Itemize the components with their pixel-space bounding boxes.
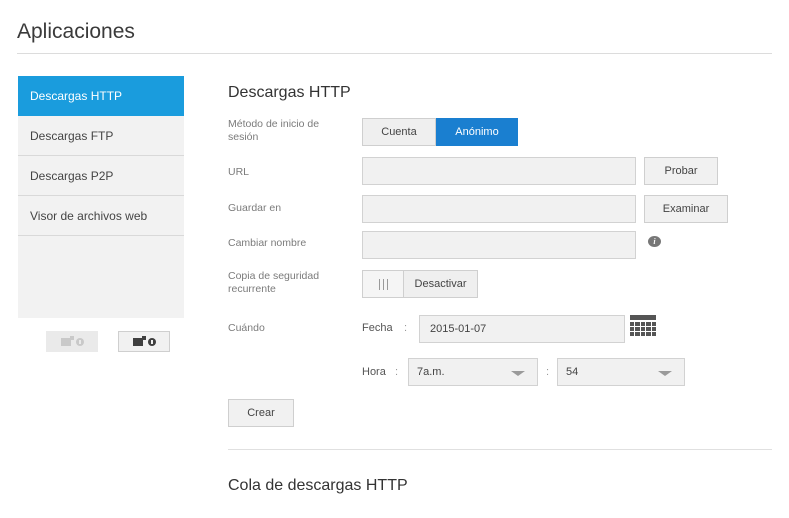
time-label: Hora <box>362 366 386 378</box>
calendar-icon[interactable] <box>630 315 656 340</box>
hour-select[interactable]: 7a.m. <box>408 358 538 386</box>
sidebar-item-descargas-p2p[interactable]: Descargas P2P <box>18 156 184 196</box>
rename-input[interactable] <box>362 231 636 259</box>
test-url-button[interactable]: Probar <box>644 157 718 185</box>
section-divider <box>228 449 772 450</box>
sidebar-item-label: Visor de archivos web <box>30 208 148 223</box>
recurring-backup-toggle[interactable]: Desactivar <box>362 270 478 298</box>
rename-label: Cambiar nombre <box>228 237 307 249</box>
time-colon: : <box>395 366 399 378</box>
url-input[interactable] <box>362 157 636 185</box>
save-to-input[interactable] <box>362 195 636 223</box>
remove-app-button[interactable] <box>46 331 98 352</box>
login-option-anonimo[interactable]: Anónimo <box>436 118 518 146</box>
create-button[interactable]: Crear <box>228 399 294 427</box>
toggle-state-label: Desactivar <box>404 270 478 298</box>
app-tile-icon <box>60 335 74 346</box>
chevron-down-icon <box>658 371 672 376</box>
sidebar: Descargas HTTP Descargas FTP Descargas P… <box>18 76 184 318</box>
add-icon <box>147 337 156 346</box>
login-method-label: Método de inicio de sesión <box>228 118 320 143</box>
minute-colon: : <box>546 366 550 378</box>
date-label: Fecha <box>362 322 393 334</box>
chevron-down-icon <box>511 371 525 376</box>
page-title: Aplicaciones <box>17 20 135 43</box>
remove-icon <box>75 337 84 346</box>
toggle-grip-icon <box>362 270 404 298</box>
url-label: URL <box>228 166 250 178</box>
sidebar-item-label: Descargas HTTP <box>30 88 123 103</box>
info-icon[interactable]: i <box>648 236 661 247</box>
hour-value: 7a.m. <box>417 366 445 378</box>
sidebar-item-descargas-ftp[interactable]: Descargas FTP <box>18 116 184 156</box>
login-option-cuenta[interactable]: Cuenta <box>362 118 436 146</box>
title-divider <box>17 53 772 54</box>
sidebar-actions <box>46 331 170 352</box>
login-method-toggle: Cuenta Anónimo <box>362 118 518 146</box>
sidebar-item-label: Descargas FTP <box>30 128 114 143</box>
form-title: Descargas HTTP <box>228 84 351 101</box>
sidebar-item-descargas-http[interactable]: Descargas HTTP <box>18 76 184 116</box>
date-colon: : <box>404 322 408 334</box>
queue-title: Cola de descargas HTTP <box>228 477 408 494</box>
sidebar-item-visor-archivos-web[interactable]: Visor de archivos web <box>18 196 184 236</box>
browse-button[interactable]: Examinar <box>644 195 728 223</box>
recurring-backup-label: Copia de seguridad recurrente <box>228 270 320 295</box>
when-label: Cuándo <box>228 322 265 334</box>
app-tile-icon <box>132 335 146 346</box>
minute-value: 54 <box>566 366 579 378</box>
minute-select[interactable]: 54 <box>557 358 685 386</box>
sidebar-item-label: Descargas P2P <box>30 168 114 183</box>
add-app-button[interactable] <box>118 331 170 352</box>
date-input[interactable]: 2015-01-07 <box>419 315 625 343</box>
save-to-label: Guardar en <box>228 202 282 214</box>
